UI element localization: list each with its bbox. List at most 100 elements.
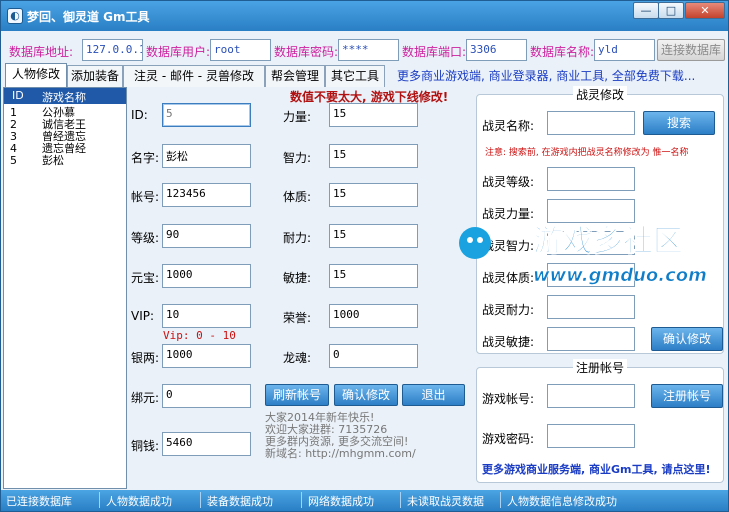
db-user-input[interactable]: root (210, 39, 271, 61)
char-account-input[interactable]: 123456 (162, 183, 251, 207)
char-bound-label: 绑元: (131, 391, 160, 405)
spirit-int-label: 战灵智力: (482, 239, 535, 253)
minimize-button[interactable]: — (633, 2, 659, 19)
player-row-name: 彭松 (42, 154, 64, 167)
char-id-input[interactable]: 5 (162, 103, 251, 127)
player-row-id: 5 (10, 154, 17, 167)
char-level-label: 等级: (131, 231, 160, 245)
spirit-name-input[interactable] (547, 111, 635, 135)
char-account-label: 帐号: (131, 190, 160, 204)
spirit-agi-label: 战灵敏捷: (482, 335, 535, 349)
spirit-confirm-button[interactable]: 确认修改 (651, 327, 723, 351)
char-int-label: 智力: (283, 151, 312, 165)
register-password-input[interactable] (547, 424, 635, 448)
status-char-data: 人物数据成功 (106, 495, 172, 508)
col-id-header[interactable]: ID (12, 89, 24, 102)
spirit-con-label: 战灵体质: (482, 271, 535, 285)
tab-spirit-mail-pet[interactable]: 注灵 - 邮件 - 灵兽修改 (123, 65, 265, 87)
char-honor-input[interactable]: 1000 (329, 304, 418, 328)
char-con-label: 体质: (283, 190, 312, 204)
register-group-title: 注册帐号 (573, 359, 628, 376)
char-id-label: ID: (131, 108, 148, 122)
char-soul-label: 龙魂: (283, 351, 312, 365)
char-bound-input[interactable]: 0 (162, 384, 251, 408)
vip-range-hint: Vip: 0 - 10 (163, 329, 236, 342)
spirit-level-label: 战灵等级: (482, 175, 535, 189)
player-row[interactable]: 4 遗忘曾经 (4, 143, 126, 155)
maximize-button[interactable]: □ (658, 2, 684, 19)
status-db-connected: 已连接数据库 (6, 495, 72, 508)
char-int-input[interactable]: 15 (329, 144, 418, 168)
spirit-con-input[interactable] (547, 263, 635, 287)
char-honor-label: 荣誉: (283, 311, 312, 325)
char-vip-label: VIP: (131, 309, 155, 323)
register-password-label: 游戏密码: (482, 432, 535, 446)
char-str-label: 力量: (283, 110, 312, 124)
app-logo-icon: ◐ (7, 8, 23, 24)
tab-guild-manage[interactable]: 帮会管理 (265, 65, 325, 87)
spirit-end-label: 战灵耐力: (482, 303, 535, 317)
window-title: 梦回、御灵道 Gm工具 (27, 10, 150, 24)
spirit-end-input[interactable] (547, 295, 635, 319)
spirit-group-title: 战灵修改 (573, 86, 628, 103)
char-copper-input[interactable]: 5460 (162, 432, 251, 456)
greeting-line-4: 新域名: http://mhgmm.com/ (265, 447, 416, 460)
char-str-input[interactable]: 15 (329, 103, 418, 127)
player-list[interactable]: ID 游戏名称 1 公孙慕 2 诚信老王 3 曾经遗忘 4 遗忘曾经 5 彭松 (3, 87, 127, 489)
char-agi-label: 敏捷: (283, 271, 312, 285)
char-end-input[interactable]: 15 (329, 224, 418, 248)
exit-button[interactable]: 退出 (402, 384, 465, 406)
db-pass-input[interactable]: **** (338, 39, 399, 61)
register-account-input[interactable] (547, 384, 635, 408)
status-char-edit-success: 人物数据信息修改成功 (507, 495, 617, 508)
char-soul-input[interactable]: 0 (329, 344, 418, 368)
player-list-header: ID 游戏名称 (4, 88, 126, 104)
status-bar: 已连接数据库 人物数据成功 装备数据成功 网络数据成功 未读取战灵数据 人物数据… (1, 490, 728, 511)
char-silver-input[interactable]: 1000 (162, 344, 251, 368)
spirit-search-hint: 注意: 搜索前, 在游戏内把战灵名称修改为 惟一名称 (485, 148, 689, 158)
confirm-char-edit-button[interactable]: 确认修改 (334, 384, 398, 406)
char-level-input[interactable]: 90 (162, 224, 251, 248)
db-pass-label: 数据库密码: (274, 45, 339, 59)
title-bar: ◐ 梦回、御灵道 Gm工具 — □ ✕ (1, 1, 728, 31)
promo-download-link[interactable]: 更多商业游戏端, 商业登录器, 商业工具, 全部免费下载... (397, 67, 695, 84)
tab-other-tools[interactable]: 其它工具 (325, 65, 385, 87)
connect-db-button[interactable]: 连接数据库 (657, 39, 725, 61)
more-services-link[interactable]: 更多游戏商业服务端, 商业Gm工具, 请点这里! (482, 461, 711, 477)
spirit-str-label: 战灵力量: (482, 207, 535, 221)
col-name-header[interactable]: 游戏名称 (42, 89, 86, 105)
db-host-input[interactable]: 127.0.0.1 (82, 39, 143, 61)
spirit-str-input[interactable] (547, 199, 635, 223)
char-yuanbao-label: 元宝: (131, 271, 160, 285)
spirit-agi-input[interactable] (547, 327, 635, 351)
char-silver-label: 银两: (131, 351, 160, 365)
tab-add-equipment[interactable]: 添加装备 (67, 65, 123, 87)
close-button[interactable]: ✕ (685, 2, 725, 19)
char-name-input[interactable]: 彭松 (162, 144, 251, 168)
register-account-label: 游戏帐号: (482, 392, 535, 406)
register-account-button[interactable]: 注册帐号 (651, 384, 723, 408)
db-name-label: 数据库名称: (530, 45, 595, 59)
status-equip-data: 装备数据成功 (207, 495, 273, 508)
char-name-label: 名字: (131, 151, 160, 165)
app-window: ◐ 梦回、御灵道 Gm工具 — □ ✕ 数据库地址: 127.0.0.1 数据库… (0, 0, 729, 512)
spirit-name-label: 战灵名称: (482, 119, 535, 133)
db-name-input[interactable]: yld (594, 39, 655, 61)
status-network-data: 网络数据成功 (308, 495, 374, 508)
tab-character-edit[interactable]: 人物修改 (5, 63, 67, 87)
char-con-input[interactable]: 15 (329, 183, 418, 207)
char-vip-input[interactable]: 10 (162, 304, 251, 328)
status-spirit-data: 未读取战灵数据 (407, 495, 484, 508)
spirit-level-input[interactable] (547, 167, 635, 191)
char-agi-input[interactable]: 15 (329, 264, 418, 288)
spirit-int-input[interactable] (547, 231, 635, 255)
char-end-label: 耐力: (283, 231, 312, 245)
refresh-account-button[interactable]: 刷新帐号 (265, 384, 329, 406)
db-host-label: 数据库地址: (9, 45, 74, 59)
spirit-search-button[interactable]: 搜索 (643, 111, 715, 135)
db-user-label: 数据库用户: (146, 45, 211, 59)
char-yuanbao-input[interactable]: 1000 (162, 264, 251, 288)
player-row[interactable]: 5 彭松 (4, 155, 126, 167)
db-port-input[interactable]: 3306 (466, 39, 527, 61)
char-copper-label: 铜钱: (131, 439, 160, 453)
